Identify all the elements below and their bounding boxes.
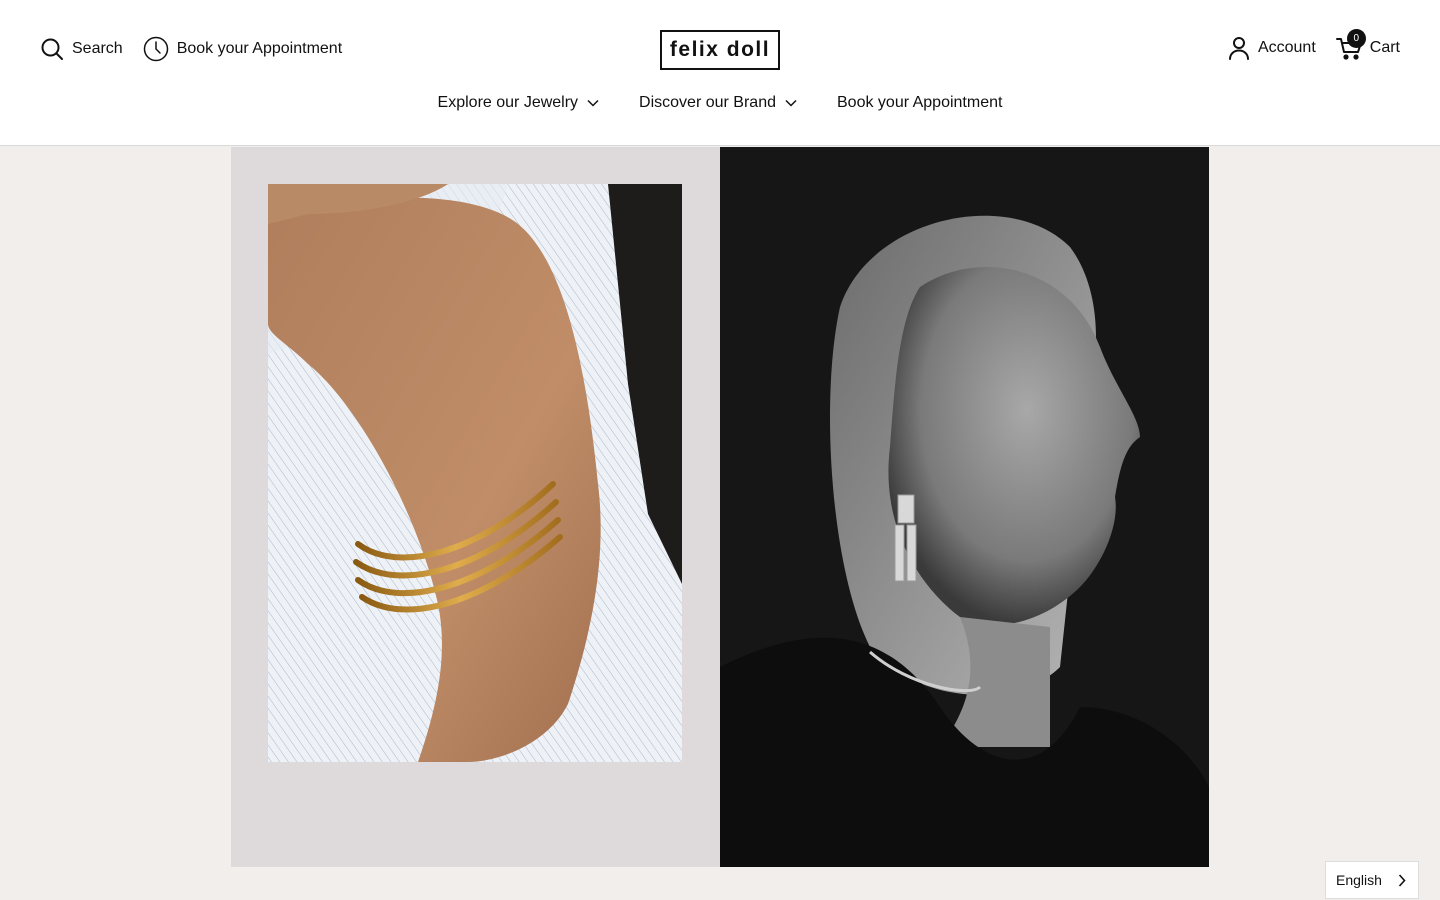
brand-logo[interactable]: felix doll	[660, 30, 780, 70]
search-icon	[41, 38, 63, 60]
user-icon	[1228, 37, 1249, 60]
bracelet-photo	[268, 184, 682, 762]
chevron-down-icon	[785, 99, 797, 107]
book-appointment-link[interactable]: Book your Appointment	[143, 36, 342, 62]
language-selected: English	[1336, 872, 1382, 888]
header-left-actions: Search Book your Appointment	[40, 36, 342, 62]
hero-left-panel	[231, 147, 720, 867]
language-switcher[interactable]: English	[1325, 861, 1419, 899]
search-link[interactable]: Search	[40, 37, 123, 61]
account-link[interactable]: Account	[1228, 36, 1316, 60]
cart-link[interactable]: 0 Cart	[1335, 29, 1400, 60]
clock-icon	[143, 36, 168, 62]
account-label: Account	[1257, 39, 1316, 56]
nav-item-explore-jewelry[interactable]: Explore our Jewelry	[438, 94, 600, 112]
nav-item-label: Book your Appointment	[837, 94, 1003, 111]
portrait-photo	[720, 147, 1209, 867]
chevron-down-icon	[587, 99, 599, 107]
nav-item-discover-brand[interactable]: Discover our Brand	[639, 94, 797, 112]
chevron-right-icon	[1398, 873, 1406, 887]
search-label: Search	[72, 40, 123, 57]
cart-icon-wrap: 0	[1335, 29, 1366, 60]
main-navigation: Explore our Jewelry Discover our Brand B…	[0, 94, 1440, 112]
nav-item-label: Explore our Jewelry	[437, 94, 579, 111]
header-right-actions: Account 0 Cart	[1228, 29, 1400, 60]
nav-item-label: Discover our Brand	[639, 94, 776, 111]
nav-item-book-appointment[interactable]: Book your Appointment	[837, 94, 1002, 112]
cart-count-badge: 0	[1346, 29, 1366, 48]
hero-right-panel	[720, 147, 1209, 867]
cart-label: Cart	[1369, 39, 1400, 56]
site-header: Search Book your Appointment felix doll …	[0, 0, 1440, 146]
book-appointment-label: Book your Appointment	[176, 40, 343, 57]
